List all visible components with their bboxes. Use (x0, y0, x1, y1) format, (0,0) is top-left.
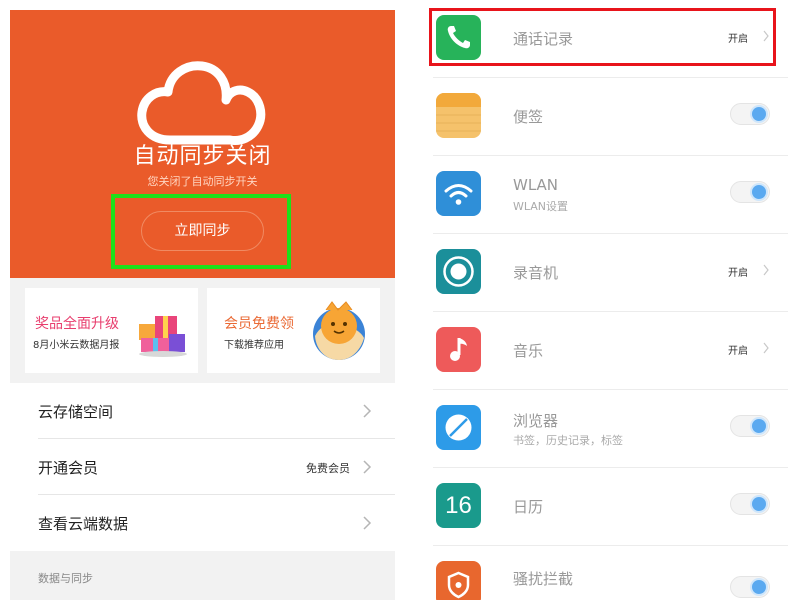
gift-box-icon (139, 316, 187, 357)
app-row-harassment-block[interactable]: 骚扰拦截 (433, 546, 788, 600)
app-name: 浏览器 (513, 412, 559, 430)
app-row-call-log[interactable]: 通话记录 开启 (433, 0, 788, 78)
recorder-icon (436, 249, 481, 294)
sync-status-subtitle: 您关闭了自动同步开关 (147, 175, 258, 188)
app-subtitle: 书签，历史记录，标签 (513, 434, 623, 447)
list-item-cloud-storage[interactable]: 云存储空间 (38, 383, 395, 439)
sync-toggle[interactable] (730, 181, 770, 203)
promo-title: 奖品全面升级 (35, 316, 119, 332)
membership-status: 免费会员 (306, 462, 350, 475)
browser-icon (436, 405, 481, 450)
app-name: 录音机 (513, 264, 559, 282)
sync-toggle[interactable] (730, 576, 770, 598)
cloud-menu-list: 云存储空间 开通会员 免费会员 查看云端数据 (10, 383, 395, 551)
app-status: 开启 (728, 346, 748, 357)
promo-row: 奖品全面升级 8月小米云数据月报 会员免费领 下载推荐应用 (10, 278, 395, 383)
app-row-music[interactable]: 音乐 开启 (433, 312, 788, 390)
list-item-label: 云存储空间 (38, 403, 114, 421)
list-item-label: 开通会员 (38, 459, 99, 477)
calendar-icon: 16 (436, 483, 481, 528)
app-status: 开启 (728, 268, 748, 279)
app-row-notes[interactable]: 便签 (433, 78, 788, 156)
wifi-icon (436, 171, 481, 216)
section-title: 数据与同步 (38, 572, 93, 585)
toggle-knob (752, 419, 766, 433)
sync-apps-panel: 通话记录 开启 便签 WLAN WLAN设置 录音机 开启 音乐 开启 浏览器 … (418, 0, 800, 600)
app-name: WLAN (513, 176, 559, 194)
sync-status-title: 自动同步关闭 (133, 144, 272, 169)
chevron-right-icon (763, 30, 769, 42)
app-name: 便签 (513, 108, 544, 126)
phone-icon (436, 15, 481, 60)
chevron-right-icon (363, 404, 372, 418)
sync-toggle[interactable] (730, 415, 770, 437)
cloud-icon (137, 61, 266, 145)
chevron-right-icon (363, 516, 372, 530)
chevron-right-icon (763, 342, 769, 354)
chevron-right-icon (763, 264, 769, 276)
shield-icon (436, 561, 481, 600)
app-name: 日历 (513, 498, 544, 516)
promo-card-prize[interactable]: 奖品全面升级 8月小米云数据月报 (25, 288, 198, 373)
calendar-date: 16 (445, 492, 472, 519)
mascot-ball-icon (313, 301, 365, 360)
app-subtitle: WLAN设置 (513, 200, 569, 213)
promo-desc: 下载推荐应用 (224, 340, 284, 351)
app-status: 开启 (728, 34, 748, 45)
list-item-cloud-data[interactable]: 查看云端数据 (38, 495, 395, 551)
app-row-wlan[interactable]: WLAN WLAN设置 (433, 156, 788, 234)
cloud-sync-panel: 自动同步关闭 您关闭了自动同步开关 立即同步 奖品全面升级 8月小米云数据月报 … (10, 10, 395, 600)
notes-icon (436, 93, 481, 138)
list-item-label: 查看云端数据 (38, 515, 129, 533)
sync-status-banner: 自动同步关闭 您关闭了自动同步开关 立即同步 (10, 10, 395, 278)
app-row-calendar[interactable]: 16 日历 (433, 468, 788, 546)
music-icon (436, 327, 481, 372)
app-name: 骚扰拦截 (513, 570, 574, 588)
toggle-knob (752, 497, 766, 511)
app-row-recorder[interactable]: 录音机 开启 (433, 234, 788, 312)
list-item-membership[interactable]: 开通会员 免费会员 (38, 439, 395, 495)
toggle-knob (752, 580, 766, 594)
toggle-knob (752, 107, 766, 121)
sync-toggle[interactable] (730, 103, 770, 125)
app-row-browser[interactable]: 浏览器 书签，历史记录，标签 (433, 390, 788, 468)
sync-toggle[interactable] (730, 493, 770, 515)
promo-card-membership[interactable]: 会员免费领 下载推荐应用 (207, 288, 380, 373)
app-name: 通话记录 (513, 30, 574, 48)
sync-now-button[interactable]: 立即同步 (141, 211, 264, 251)
chevron-right-icon (363, 460, 372, 474)
promo-title: 会员免费领 (224, 316, 294, 332)
toggle-knob (752, 185, 766, 199)
app-name: 音乐 (513, 342, 544, 360)
promo-desc: 8月小米云数据月报 (33, 340, 120, 351)
